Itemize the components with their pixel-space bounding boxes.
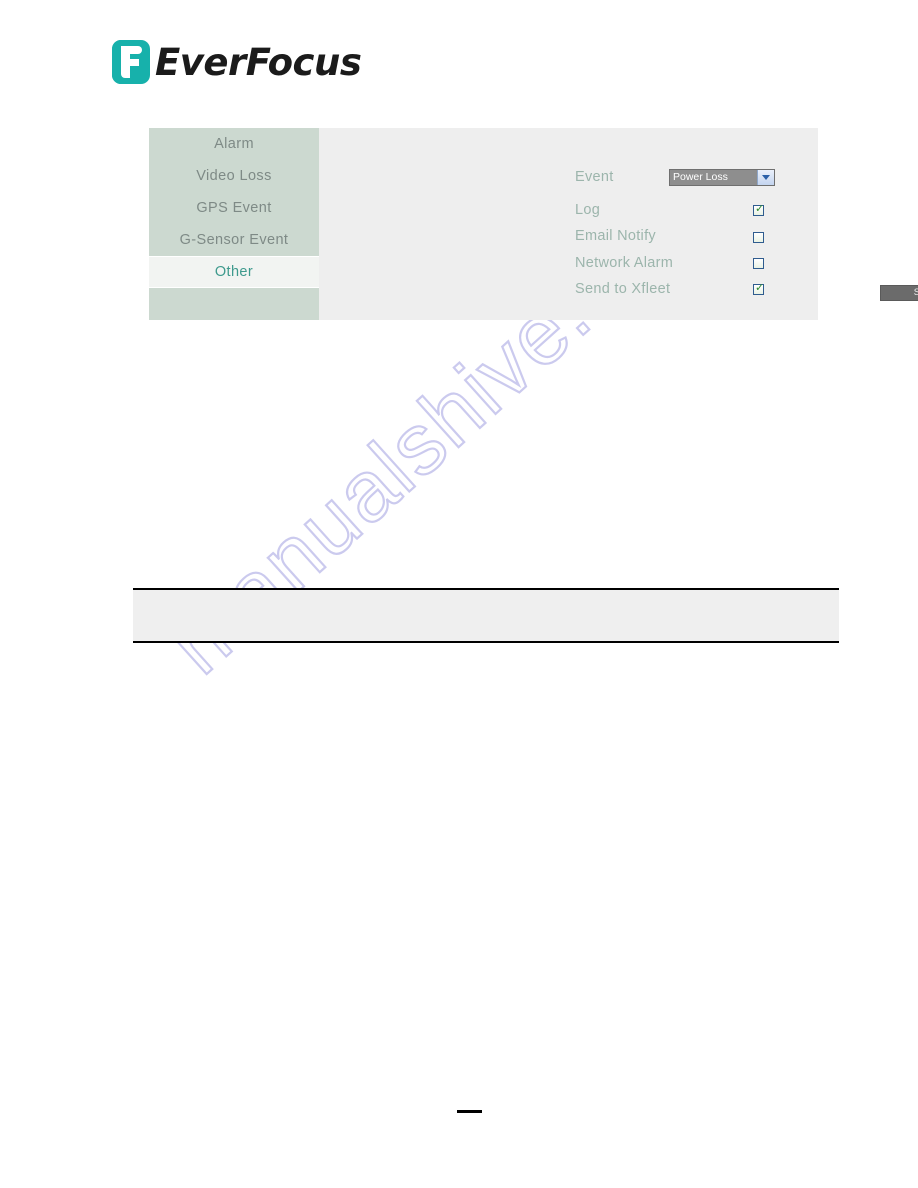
brand-name: EverFocus bbox=[155, 40, 362, 84]
send-to-xfleet-checkbox[interactable]: ✓ bbox=[753, 281, 765, 295]
logo-f-middle-bar bbox=[121, 59, 139, 66]
log-checkbox-tick: ✓ bbox=[755, 202, 765, 215]
everfocus-f-logo-icon bbox=[112, 40, 150, 84]
network-alarm-label: Network Alarm bbox=[575, 255, 674, 271]
event-select[interactable]: Power Loss bbox=[669, 169, 775, 186]
log-checkbox[interactable]: ✓ bbox=[753, 202, 765, 216]
sidebar-filler bbox=[149, 288, 319, 320]
email-notify-label: Email Notify bbox=[575, 228, 656, 244]
sidebar-item-other[interactable]: Other bbox=[149, 256, 319, 288]
event-type-sidebar: Alarm Video Loss GPS Event G-Sensor Even… bbox=[149, 128, 319, 320]
sidebar-item-alarm[interactable]: Alarm bbox=[149, 128, 319, 160]
note-box-text bbox=[133, 590, 839, 602]
save-button[interactable]: Save bbox=[880, 285, 918, 301]
event-settings-form: Event Power Loss Log ✓ Email Notify Netw… bbox=[319, 128, 918, 320]
brand-logo: EverFocus bbox=[112, 36, 362, 88]
send-to-xfleet-label: Send to Xfleet bbox=[575, 281, 671, 297]
sidebar-item-g-sensor-event[interactable]: G-Sensor Event bbox=[149, 224, 319, 256]
event-select-value: Power Loss bbox=[673, 171, 728, 183]
sidebar-item-video-loss[interactable]: Video Loss bbox=[149, 160, 319, 192]
note-box bbox=[133, 588, 839, 643]
chevron-down-icon[interactable] bbox=[757, 170, 774, 185]
event-field-label: Event bbox=[575, 169, 614, 185]
footer-rule bbox=[457, 1110, 482, 1113]
event-settings-panel: Alarm Video Loss GPS Event G-Sensor Even… bbox=[149, 128, 918, 320]
log-label: Log bbox=[575, 202, 601, 218]
logo-left-notch bbox=[112, 40, 121, 84]
sidebar-item-gps-event[interactable]: GPS Event bbox=[149, 192, 319, 224]
email-notify-checkbox[interactable] bbox=[753, 232, 764, 243]
network-alarm-checkbox[interactable] bbox=[753, 258, 764, 269]
send-to-xfleet-checkbox-tick: ✓ bbox=[755, 281, 765, 294]
